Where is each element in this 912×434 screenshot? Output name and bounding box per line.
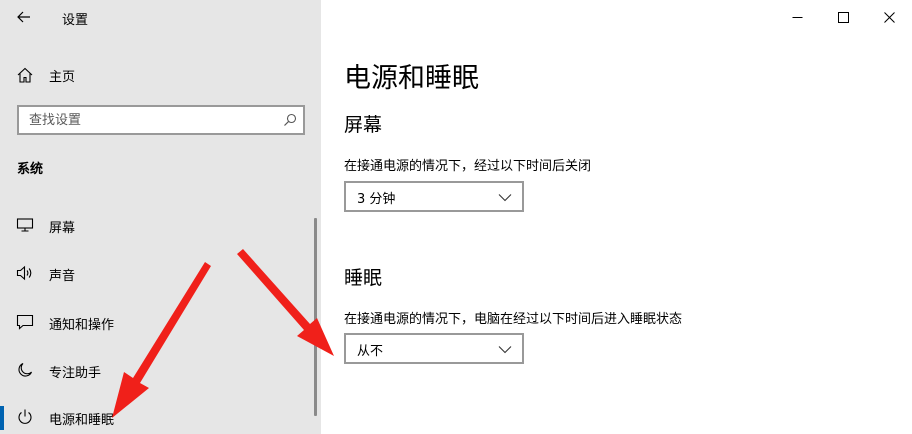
chevron-down-icon xyxy=(498,346,512,354)
search-box[interactable] xyxy=(17,105,305,135)
moon-icon xyxy=(18,362,33,377)
search-icon[interactable] xyxy=(283,113,297,127)
title-bar: 设置 xyxy=(0,0,321,34)
minimize-button[interactable] xyxy=(774,0,820,34)
home-icon xyxy=(17,67,33,83)
dropdown-value: 3 分钟 xyxy=(357,192,396,207)
section-heading: 系统 xyxy=(17,162,44,177)
sidebar-item-label: 主页 xyxy=(49,70,76,85)
minimize-icon xyxy=(792,16,802,18)
notification-icon xyxy=(16,314,34,330)
sleep-description: 在接通电源的情况下，电脑在经过以下时间后进入睡眠状态 xyxy=(344,312,683,327)
monitor-icon xyxy=(16,218,34,232)
sidebar-item-notifications[interactable]: 通知和操作 xyxy=(0,303,321,341)
power-icon xyxy=(18,409,32,424)
speaker-icon xyxy=(16,265,32,281)
sidebar-item-label: 屏幕 xyxy=(49,221,76,236)
sidebar: 设置 主页 系统 屏幕 声音 通知和操作 xyxy=(0,0,321,434)
screen-timeout-dropdown[interactable]: 3 分钟 xyxy=(344,181,524,212)
back-arrow-icon xyxy=(17,11,30,23)
sidebar-item-label: 专注助手 xyxy=(49,366,102,381)
sleep-timeout-dropdown[interactable]: 从不 xyxy=(344,333,524,364)
sidebar-item-label: 声音 xyxy=(49,269,76,284)
page-title: 电源和睡眠 xyxy=(344,63,479,94)
sidebar-item-display[interactable]: 屏幕 xyxy=(0,206,321,244)
maximize-icon xyxy=(837,11,849,23)
search-input[interactable] xyxy=(19,107,277,133)
sidebar-item-home[interactable]: 主页 xyxy=(0,58,321,92)
chevron-down-icon xyxy=(498,194,512,202)
sidebar-item-power-sleep[interactable]: 电源和睡眠 xyxy=(0,398,321,434)
screen-description: 在接通电源的情况下，经过以下时间后关闭 xyxy=(344,159,592,174)
sidebar-item-label: 电源和睡眠 xyxy=(49,413,115,428)
sleep-heading: 睡眠 xyxy=(344,267,383,289)
sidebar-item-sound[interactable]: 声音 xyxy=(0,254,321,292)
back-button[interactable] xyxy=(8,4,40,30)
close-button[interactable] xyxy=(866,0,912,34)
maximize-button[interactable] xyxy=(820,0,866,34)
sidebar-scrollbar[interactable] xyxy=(314,218,317,416)
sidebar-item-label: 通知和操作 xyxy=(49,318,115,333)
dropdown-value: 从不 xyxy=(357,344,384,359)
sidebar-item-focus-assist[interactable]: 专注助手 xyxy=(0,351,321,389)
close-icon xyxy=(883,11,895,23)
screen-heading: 屏幕 xyxy=(344,114,383,136)
app-title: 设置 xyxy=(62,13,89,28)
